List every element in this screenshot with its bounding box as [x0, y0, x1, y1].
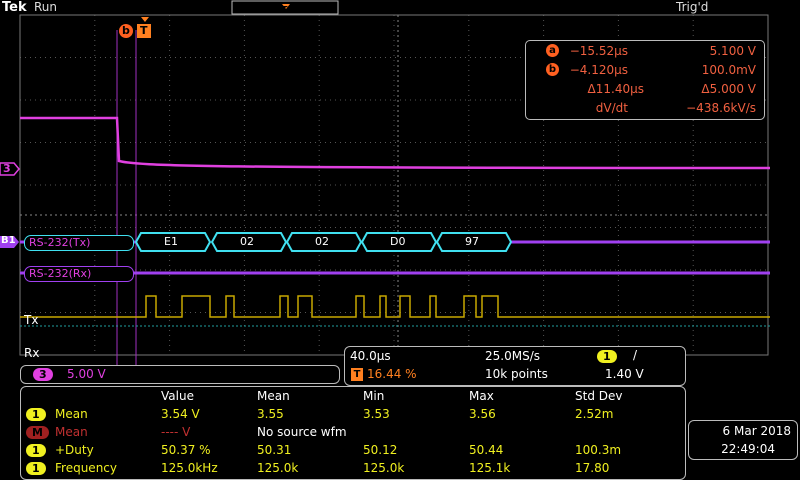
time: 22:49:04 — [721, 442, 775, 456]
tx-digital-waveform — [20, 295, 770, 318]
bus-packet-label: 02 — [240, 235, 254, 248]
meas-row-std: 17.80 — [575, 461, 610, 475]
trigger-position-label: T — [351, 368, 363, 381]
date: 6 Mar 2018 — [722, 424, 791, 438]
meas-row-min: 50.12 — [363, 443, 398, 457]
meas-row-value: 50.37 % — [161, 443, 211, 457]
ch3-scale-value: 5.00 V — [67, 367, 106, 381]
cursor-delta-volt: Δ5.000 V — [701, 82, 756, 96]
dvdt-label: dV/dt — [595, 101, 628, 115]
dvdt-value: −438.6kV/s — [686, 101, 756, 115]
cursor-b-time: −4.120μs — [569, 63, 628, 77]
cursor-b-volt: 100.0mV — [701, 63, 756, 77]
bus-packet-label: E1 — [164, 235, 178, 248]
acquisition-panel[interactable]: 40.0μs 25.0MS/s 1 / T 16.44 % 10k points… — [344, 346, 686, 386]
meas-row-ch-icon: M — [26, 426, 49, 439]
bus-packet-label: 02 — [315, 235, 329, 248]
ch3-marker[interactable]: 3 — [3, 162, 11, 175]
trigger-marker[interactable]: T — [140, 24, 148, 37]
bus-b1-marker[interactable]: B1 — [1, 235, 16, 246]
meas-row-value: ---- V — [161, 425, 191, 439]
meas-row-mean: 125.0k — [257, 461, 299, 475]
meas-row-std: 100.3m — [575, 443, 622, 457]
timebase: 40.0μs — [350, 349, 391, 363]
meas-row-name: +Duty — [55, 443, 94, 457]
digital-rx-label: Rx — [24, 346, 40, 360]
trigger-position-value: 16.44 % — [367, 367, 417, 381]
meas-header-max: Max — [469, 389, 494, 403]
meas-row-min: 125.0k — [363, 461, 405, 475]
measurements-panel[interactable]: Value Mean Min Max Std Dev 1 Mean 3.54 V… — [20, 386, 686, 480]
meas-header-mean: Mean — [257, 389, 290, 403]
meas-row-min: 3.53 — [363, 407, 390, 421]
cursor-a-volt: 5.100 V — [709, 44, 756, 58]
meas-row-value: 125.0kHz — [161, 461, 218, 475]
meas-row-ch-icon: 1 — [26, 462, 46, 475]
cursor-b-icon: b — [546, 63, 559, 76]
cursor-b-marker[interactable]: b — [122, 24, 130, 37]
meas-header-std: Std Dev — [575, 389, 623, 403]
bus-tx-label: RS-232(Tx) — [29, 236, 91, 249]
cursor-a-icon: a — [546, 44, 559, 57]
bus-packet-label: 97 — [465, 235, 479, 248]
trigger-status: Trig'd — [676, 0, 709, 14]
cursor-a-time: −15.52μs — [569, 44, 628, 58]
meas-row-note: No source wfm — [257, 425, 347, 439]
sample-rate: 25.0MS/s — [485, 349, 540, 363]
brand-logo: Tek — [2, 0, 27, 15]
bus-rx-label-box[interactable]: RS-232(Rx) — [24, 266, 134, 282]
meas-row-ch-icon: 1 — [26, 444, 46, 457]
ch3-scale-icon: 3 — [33, 368, 53, 381]
cursor-delta-time: Δ11.40μs — [587, 82, 644, 96]
cursor-readout-panel[interactable]: a −15.52μs 5.100 V b −4.120μs 100.0mV Δ1… — [525, 40, 765, 120]
meas-row-max: 125.1k — [469, 461, 511, 475]
meas-row-value: 3.54 V — [161, 407, 200, 421]
meas-row-name: Mean — [55, 407, 88, 421]
meas-row-mean: 50.31 — [257, 443, 292, 457]
trigger-slope-icon: / — [633, 348, 638, 362]
bus-packet-label: D0 — [390, 235, 406, 248]
trigger-level: 1.40 V — [605, 367, 644, 381]
record-length: 10k points — [485, 367, 548, 381]
meas-row-ch-icon: 1 — [26, 408, 46, 421]
meas-row-name: Mean — [55, 425, 88, 439]
meas-row-name: Frequency — [55, 461, 117, 475]
digital-tx-label: Tx — [24, 313, 39, 327]
meas-header-value: Value — [161, 389, 194, 403]
bus-rx-label: RS-232(Rx) — [29, 267, 92, 280]
meas-row-max: 50.44 — [469, 443, 504, 457]
bus-tx-label-box[interactable]: RS-232(Tx) — [24, 235, 134, 251]
trigger-position-icon[interactable]: T — [282, 5, 287, 14]
meas-row-mean: 3.55 — [257, 407, 284, 421]
meas-row-max: 3.56 — [469, 407, 496, 421]
meas-header-min: Min — [363, 389, 385, 403]
meas-row-std: 2.52m — [575, 407, 614, 421]
trigger-channel-icon: 1 — [597, 350, 617, 363]
ch3-scale-box[interactable]: 3 5.00 V — [20, 365, 340, 384]
datetime-panel[interactable]: 6 Mar 2018 22:49:04 — [688, 420, 798, 460]
run-status[interactable]: Run — [34, 0, 57, 14]
